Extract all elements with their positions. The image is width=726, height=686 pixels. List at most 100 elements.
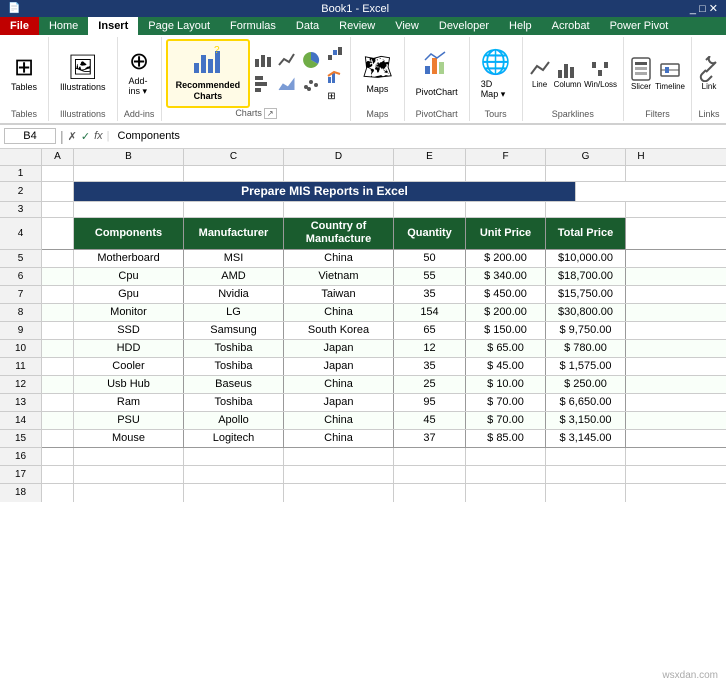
- sparklines-line-button[interactable]: Line: [529, 58, 551, 89]
- row-header-10[interactable]: 10: [0, 340, 42, 358]
- maps-group-label: Maps: [366, 109, 388, 119]
- table-row: HDD Toshiba Japan 12 $ 65.00 $ 780.00: [42, 340, 726, 358]
- formula-bar-divider: |: [60, 128, 64, 144]
- row-header-14[interactable]: 14: [0, 412, 42, 430]
- table-row: Ram Toshiba Japan 95 $ 70.00 $ 6,650.00: [42, 394, 726, 412]
- cell-2h[interactable]: [576, 182, 606, 201]
- spreadsheet-body: 1 2 3 4 5 6 7 8 9 10 11 12 13 14 15 16 1…: [0, 166, 726, 502]
- row-header-8[interactable]: 8: [0, 304, 42, 322]
- pivotchart-label: PivotChart: [416, 87, 458, 97]
- illustrations-button[interactable]: 🖼 Illustrations: [55, 54, 111, 94]
- header-unit-price[interactable]: Unit Price: [466, 218, 546, 249]
- cell-1g[interactable]: [546, 166, 626, 181]
- cell-1h[interactable]: [626, 166, 656, 181]
- row-header-4[interactable]: 4: [0, 218, 42, 250]
- expand-charts-button[interactable]: ⊞: [324, 90, 346, 103]
- tab-file[interactable]: File: [0, 17, 39, 35]
- row-header-17[interactable]: 17: [0, 466, 42, 484]
- maps-button[interactable]: 🗺 Maps: [357, 51, 397, 96]
- col-header-f[interactable]: F: [466, 149, 546, 165]
- col-header-h[interactable]: H: [626, 149, 656, 165]
- header-country[interactable]: Country of Manufacture: [284, 218, 394, 249]
- cancel-formula-icon[interactable]: ✗: [68, 130, 77, 143]
- svg-text:?: ?: [214, 45, 220, 56]
- row-header-15[interactable]: 15: [0, 430, 42, 448]
- row-header-6[interactable]: 6: [0, 268, 42, 286]
- row-header-7[interactable]: 7: [0, 286, 42, 304]
- line-chart-button[interactable]: [276, 50, 298, 73]
- row-header-3[interactable]: 3: [0, 202, 42, 218]
- title-cell[interactable]: Prepare MIS Reports in Excel: [74, 182, 576, 201]
- waterfall-chart-button[interactable]: [324, 44, 346, 65]
- tab-page-layout[interactable]: Page Layout: [138, 17, 220, 35]
- row-header-13[interactable]: 13: [0, 394, 42, 412]
- cell-reference-box[interactable]: [4, 128, 56, 144]
- tab-home[interactable]: Home: [39, 17, 88, 35]
- header-total-price[interactable]: Total Price: [546, 218, 626, 249]
- cell-2a[interactable]: [42, 182, 74, 201]
- slicer-button[interactable]: Slicer: [630, 56, 652, 91]
- col-header-e[interactable]: E: [394, 149, 466, 165]
- cell-1b[interactable]: [74, 166, 184, 181]
- column-chart-button[interactable]: [252, 50, 274, 73]
- row-header-12[interactable]: 12: [0, 376, 42, 394]
- insert-function-icon[interactable]: fx: [94, 130, 103, 142]
- charts-expand-button[interactable]: ↗: [264, 108, 277, 119]
- row-header-11[interactable]: 11: [0, 358, 42, 376]
- more-chart-buttons: ⊞: [324, 44, 346, 103]
- row-header-9[interactable]: 9: [0, 322, 42, 340]
- cell-1f[interactable]: [466, 166, 546, 181]
- pivotchart-button[interactable]: PivotChart: [411, 48, 463, 99]
- sparklines-winloss-button[interactable]: Win/Loss: [584, 58, 617, 89]
- formula-input[interactable]: [114, 129, 723, 143]
- col-header-g[interactable]: G: [546, 149, 626, 165]
- cell-1e[interactable]: [394, 166, 466, 181]
- sparklines-column-button[interactable]: Column: [554, 58, 582, 89]
- pivotchart-group-label: PivotChart: [416, 109, 458, 119]
- tab-formulas[interactable]: Formulas: [220, 17, 286, 35]
- combo-chart-button[interactable]: [324, 67, 346, 88]
- scatter-chart-button[interactable]: [300, 74, 322, 97]
- confirm-formula-icon[interactable]: ✓: [81, 130, 90, 143]
- tab-view[interactable]: View: [385, 17, 429, 35]
- 3dmap-button[interactable]: 🌐 3D Map ▾: [476, 46, 516, 102]
- table-row: [42, 466, 726, 484]
- cell-motherboard[interactable]: Motherboard: [74, 250, 184, 267]
- col-header-d[interactable]: D: [284, 149, 394, 165]
- file-icon: 📄: [8, 3, 20, 14]
- tab-review[interactable]: Review: [329, 17, 385, 35]
- link-button[interactable]: Link: [698, 56, 720, 91]
- row-header-16[interactable]: 16: [0, 448, 42, 466]
- header-quantity[interactable]: Quantity: [394, 218, 466, 249]
- tab-insert[interactable]: Insert: [88, 17, 138, 35]
- tab-developer[interactable]: Developer: [429, 17, 499, 35]
- addins-group-label: Add-ins: [124, 109, 155, 119]
- header-manufacturer[interactable]: Manufacturer: [184, 218, 284, 249]
- tab-power-pivot[interactable]: Power Pivot: [600, 17, 679, 35]
- timeline-button[interactable]: Timeline: [655, 56, 685, 91]
- maps-label: Maps: [366, 84, 388, 94]
- col-header-a[interactable]: A: [42, 149, 74, 165]
- header-components[interactable]: Components: [74, 218, 184, 249]
- bar-chart-button[interactable]: [252, 74, 274, 97]
- col-header-b[interactable]: B: [74, 149, 184, 165]
- pie-chart-button[interactable]: [300, 50, 322, 73]
- col-header-c[interactable]: C: [184, 149, 284, 165]
- cell-1a[interactable]: [42, 166, 74, 181]
- recommended-charts-button[interactable]: ? RecommendedCharts: [166, 39, 251, 108]
- tab-acrobat[interactable]: Acrobat: [542, 17, 600, 35]
- row-header-5[interactable]: 5: [0, 250, 42, 268]
- row-header-2[interactable]: 2: [0, 182, 42, 202]
- tab-data[interactable]: Data: [286, 17, 329, 35]
- cell-1c[interactable]: [184, 166, 284, 181]
- tab-help[interactable]: Help: [499, 17, 542, 35]
- area-chart-button[interactable]: [276, 74, 298, 97]
- ribbon-group-filters: Slicer Timeline Filters: [624, 37, 692, 121]
- row-header-1[interactable]: 1: [0, 166, 42, 182]
- row-header-18[interactable]: 18: [0, 484, 42, 502]
- formula-bar: | ✗ ✓ fx |: [0, 125, 726, 149]
- grid: Prepare MIS Reports in Excel Components …: [42, 166, 726, 502]
- addins-button[interactable]: ⊕ Add-ins ▾: [124, 48, 155, 99]
- tables-button[interactable]: ⊞ Tables: [6, 54, 42, 94]
- cell-1d[interactable]: [284, 166, 394, 181]
